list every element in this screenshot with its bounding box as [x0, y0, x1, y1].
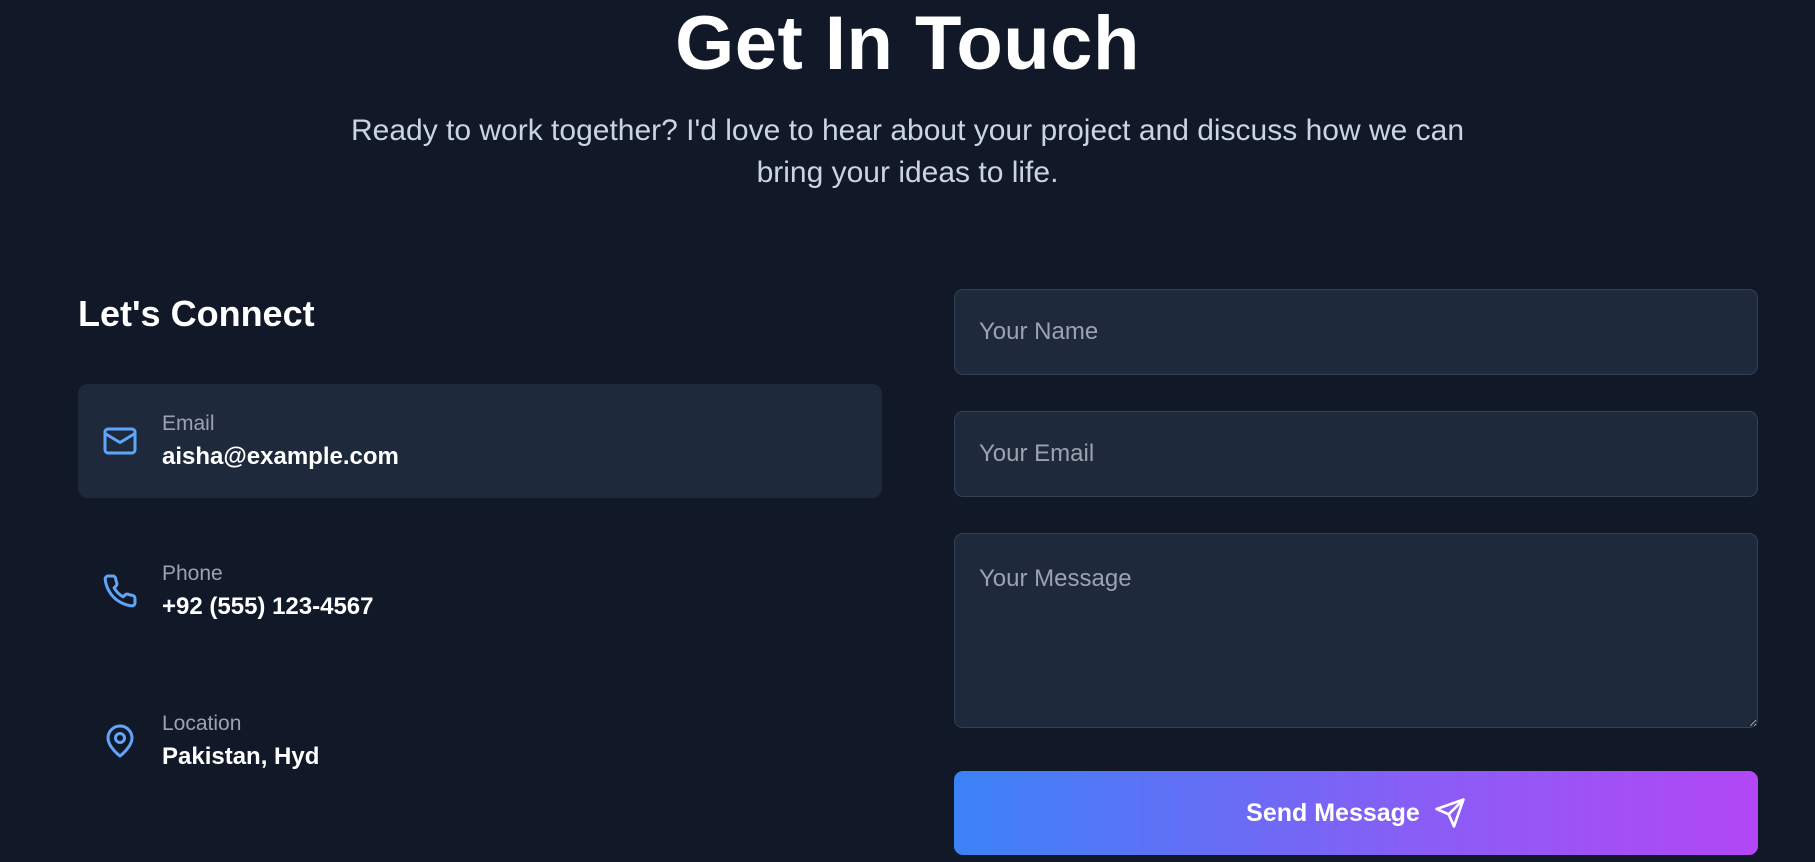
mail-icon [100, 421, 140, 461]
contact-location-label: Location [162, 712, 242, 735]
contact-email-label: Email [162, 412, 215, 435]
send-message-button[interactable]: Send Message [954, 771, 1758, 855]
contact-phone-value: +92 (555) 123-4567 [162, 593, 374, 620]
send-icon [1434, 797, 1466, 829]
name-input[interactable] [954, 289, 1758, 375]
email-input[interactable] [954, 411, 1758, 497]
page-subtitle: Ready to work together? I'd love to hear… [350, 114, 1465, 189]
contact-item-email[interactable]: Email aisha@example.com [78, 384, 882, 498]
message-textarea[interactable] [954, 533, 1758, 728]
contact-section: Get In Touch Ready to work together? I'd… [0, 0, 1815, 862]
page-title: Get In Touch [675, 1, 1140, 86]
contact-item-location[interactable]: Location Pakistan, Hyd [78, 684, 882, 798]
contact-phone-label: Phone [162, 562, 223, 585]
contact-item-phone[interactable]: Phone +92 (555) 123-4567 [78, 534, 882, 648]
map-pin-icon [100, 721, 140, 761]
connect-heading: Let's Connect [78, 293, 315, 334]
contact-location-value: Pakistan, Hyd [162, 743, 320, 770]
contact-email-value: aisha@example.com [162, 443, 399, 470]
phone-icon [100, 571, 140, 611]
send-message-label: Send Message [1246, 798, 1420, 827]
